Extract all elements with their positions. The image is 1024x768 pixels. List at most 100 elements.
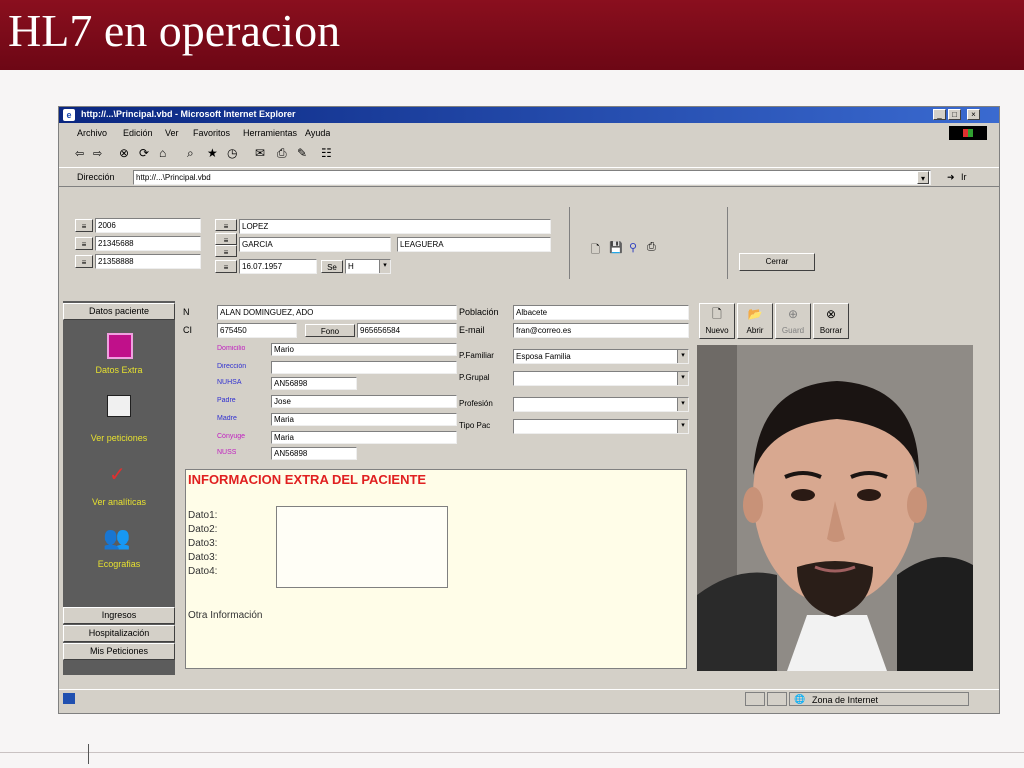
new-doc-icon[interactable]: 🗋 [591,241,600,260]
forward-icon[interactable]: ⇨ [93,147,102,160]
pfamiliar-combo[interactable]: Esposa Familia ▾ [513,349,689,364]
photo-open-button[interactable]: 📂 Abrir [737,303,773,339]
photo-save-button[interactable]: ⊕ Guard [775,303,811,339]
conyuge-field[interactable]: Maria [271,431,457,444]
menu-archivo[interactable]: Archivo [77,128,107,138]
slide-title: HL7 en operacion [8,5,341,56]
print-icon[interactable]: ⎙ [277,146,287,161]
ver-peticiones-icon[interactable] [107,395,131,417]
sex-combo[interactable]: H ▾ [345,259,391,274]
edit-icon[interactable]: ✎ [297,146,307,160]
id-button-1[interactable]: ≡ [75,219,93,232]
ecografias-icon[interactable]: 👥 [103,525,130,551]
nav-ecografias[interactable]: Ecografias [63,559,175,569]
analiticas-icon[interactable]: ✓ [109,462,126,487]
search-icon[interactable]: ⌕ [187,146,194,161]
domicilio-field[interactable]: Mario [271,343,457,356]
tipopac-combo[interactable]: ▾ [513,419,689,434]
datos-extra-icon[interactable] [107,333,133,359]
tipopac-arrow[interactable]: ▾ [677,420,688,433]
slide-header: HL7 en operacion [0,0,1024,70]
ie-logo-icon: e [63,109,75,121]
save-icon[interactable]: 💾 [609,241,623,254]
status-zone-pane: 🌐 Zona de Internet [789,692,969,706]
third-field[interactable]: LEAGUERA [397,237,551,252]
nav-ver-analiticas[interactable]: Ver analíticas [63,497,175,507]
domicilio-label: Domicilio [217,345,246,352]
email-field[interactable]: fran@correo.es [513,323,689,338]
close-window-button[interactable]: × [967,109,980,120]
menu-ver[interactable]: Ver [165,128,179,138]
mail-icon[interactable]: ✉ [255,146,265,160]
surname-button-2[interactable]: ≡ [215,233,237,245]
id-field-3[interactable]: 21358888 [95,254,201,269]
id-button-2[interactable]: ≡ [75,237,93,250]
direccion-label: Dirección [217,363,247,370]
go-label[interactable]: Ir [961,172,967,182]
back-icon[interactable]: ⇦ [75,147,84,160]
ci-field[interactable]: 675450 [217,323,297,338]
history-icon[interactable]: ◷ [227,146,237,160]
photo-delete-button[interactable]: ⊗ Borrar [813,303,849,339]
refresh-icon[interactable]: ⟳ [139,146,149,160]
name-field[interactable]: ALAN DOMINGUEZ, ADO [217,305,457,320]
home-icon[interactable]: ⌂ [159,146,166,160]
padre-label: Padre [217,397,236,404]
menu-edicion[interactable]: Edición [123,128,153,138]
phone-field[interactable]: 965656584 [357,323,457,338]
sex-combo-arrow[interactable]: ▾ [379,260,390,273]
person-icon[interactable]: ⚲ [629,241,637,254]
pfamiliar-arrow[interactable]: ▾ [677,350,688,363]
status-pane [767,692,787,706]
nuhsa-field[interactable]: AN56898 [271,377,357,390]
stop-icon[interactable]: ⊗ [119,146,129,160]
menu-favoritos[interactable]: Favoritos [193,128,230,138]
photo-toolbar: 🗋 Nuevo 📂 Abrir ⊕ Guard ⊗ Borrar [697,303,973,343]
padre-field[interactable]: Jose [271,395,457,408]
minimize-button[interactable]: _ [933,109,946,120]
pgrupal-combo[interactable]: ▾ [513,371,689,386]
surname-field-2[interactable]: GARCIA [239,237,391,252]
nav-tab-mis-peticiones[interactable]: Mis Peticiones [63,643,175,660]
menu-ayuda[interactable]: Ayuda [305,128,330,138]
nav-ver-peticiones[interactable]: Ver peticiones [63,433,175,443]
nav-tab-ingresos[interactable]: Ingresos [63,607,175,624]
menu-herramientas[interactable]: Herramientas [243,128,297,138]
photo-new-button[interactable]: 🗋 Nuevo [699,303,735,339]
windows-logo-icon [949,126,987,140]
nav-tab-hospitalizacion[interactable]: Hospitalización [63,625,175,642]
data-line-2: Dato2: [188,524,218,535]
nav-datos-extra[interactable]: Datos Extra [63,365,175,375]
madre-field[interactable]: Maria [271,413,457,426]
surname-button-3[interactable]: ≡ [215,245,237,257]
date-button[interactable]: ≡ [215,260,237,273]
direccion-field[interactable] [271,361,457,374]
birthdate-field[interactable]: 16.07.1957 [239,259,317,274]
printer-icon[interactable]: ⎙ [647,241,656,254]
sex-label: Se [321,260,343,273]
id-field-1[interactable]: 2006 [95,218,201,233]
nuss-field[interactable]: AN56898 [271,447,357,460]
address-bar: Dirección http://...\Principal.vbd ▾ ➜ I… [59,167,999,187]
profesion-arrow[interactable]: ▾ [677,398,688,411]
poblacion-field[interactable]: Albacete [513,305,689,320]
address-dropdown[interactable]: ▾ [917,171,929,184]
extra-info-panel: INFORMACION EXTRA DEL PACIENTE Dato1: Da… [185,469,687,669]
nav-tab-datos-paciente[interactable]: Datos paciente [63,303,175,320]
address-input[interactable]: http://...\Principal.vbd [133,170,931,185]
go-icon[interactable]: ➜ [947,172,955,183]
ci-label: CI [183,325,192,335]
madre-label: Madre [217,415,237,422]
divider [569,207,570,279]
surname-button-1[interactable]: ≡ [215,219,237,231]
maximize-button[interactable]: □ [948,109,961,120]
discuss-icon[interactable]: ☷ [321,146,332,160]
surname-field-1[interactable]: LOPEZ [239,219,551,234]
favorites-icon[interactable]: ★ [207,146,218,160]
close-form-button[interactable]: Cerrar [739,253,815,271]
extra-textbox[interactable] [276,506,448,588]
pgrupal-arrow[interactable]: ▾ [677,372,688,385]
id-field-2[interactable]: 21345688 [95,236,201,251]
id-button-3[interactable]: ≡ [75,255,93,268]
profesion-combo[interactable]: ▾ [513,397,689,412]
